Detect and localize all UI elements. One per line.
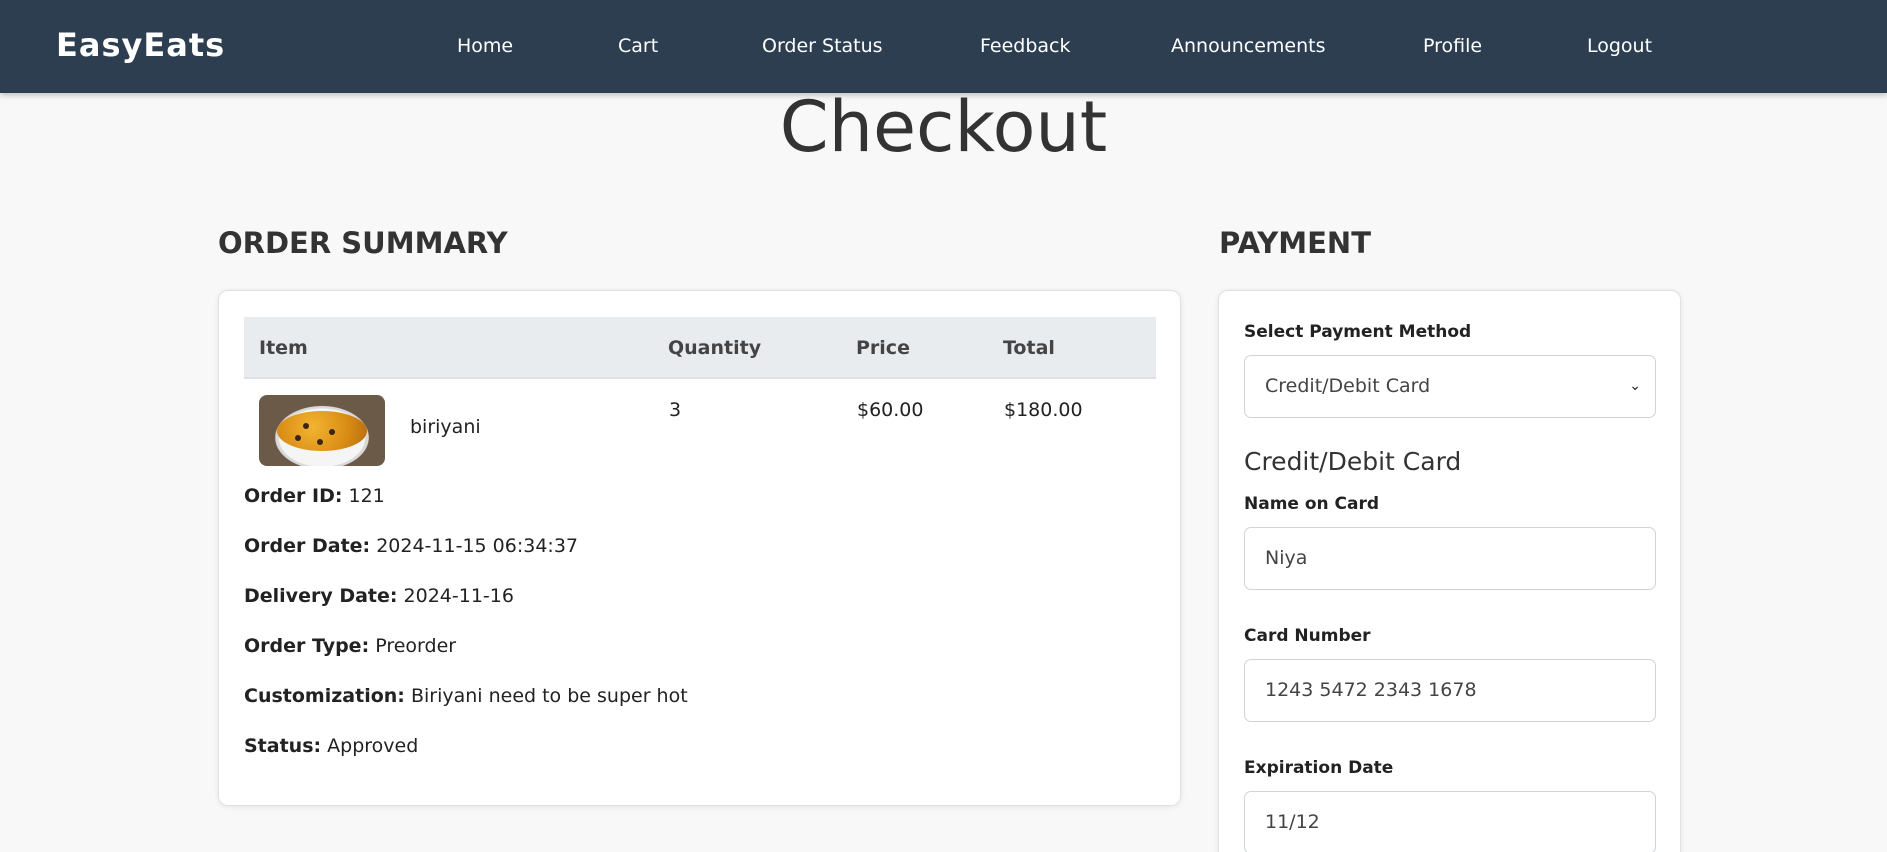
- nav-order-status[interactable]: Order Status: [762, 35, 883, 57]
- column-header-total: Total: [1003, 337, 1055, 359]
- item-price: $60.00: [857, 399, 924, 421]
- nav-home[interactable]: Home: [457, 35, 513, 57]
- chevron-down-icon: ⌄: [1629, 378, 1641, 394]
- page-title: Checkout: [779, 86, 1108, 168]
- nav-logout[interactable]: Logout: [1587, 35, 1652, 57]
- card-number-input[interactable]: 1243 5472 2343 1678: [1244, 659, 1656, 722]
- column-header-quantity: Quantity: [668, 337, 762, 359]
- delivery-date: Delivery Date: 2024-11-16: [244, 585, 514, 607]
- item-name: biriyani: [410, 416, 481, 438]
- name-on-card-label: Name on Card: [1244, 494, 1380, 514]
- payment-method-select[interactable]: Credit/Debit Card ⌄: [1244, 355, 1656, 418]
- payment-method-value: Credit/Debit Card: [1265, 375, 1431, 397]
- biriyani-image: [259, 395, 385, 466]
- order-date: Order Date: 2024-11-15 06:34:37: [244, 535, 578, 557]
- item-quantity: 3: [669, 399, 682, 421]
- payment-card: Select Payment Method Credit/Debit Card …: [1218, 290, 1681, 852]
- nav-feedback[interactable]: Feedback: [980, 35, 1070, 57]
- order-id: Order ID: 121: [244, 485, 385, 507]
- order-summary-heading: ORDER SUMMARY: [218, 226, 508, 260]
- table-header: Item Quantity Price Total: [244, 317, 1156, 379]
- top-navbar: EasyEats Home Cart Order Status Feedback…: [0, 0, 1887, 93]
- expiration-date-label: Expiration Date: [1244, 758, 1394, 778]
- name-on-card-input[interactable]: Niya: [1244, 527, 1656, 590]
- nav-announcements[interactable]: Announcements: [1171, 35, 1326, 57]
- order-type: Order Type: Preorder: [244, 635, 457, 657]
- column-header-price: Price: [856, 337, 910, 359]
- column-header-item: Item: [259, 337, 308, 359]
- customization: Customization: Biriyani need to be super…: [244, 685, 688, 707]
- card-number-label: Card Number: [1244, 626, 1371, 646]
- item-total: $180.00: [1004, 399, 1083, 421]
- payment-heading: PAYMENT: [1219, 226, 1371, 260]
- order-status: Status: Approved: [244, 735, 419, 757]
- nav-cart[interactable]: Cart: [618, 35, 658, 57]
- card-section-heading: Credit/Debit Card: [1244, 447, 1462, 476]
- order-summary-card: Item Quantity Price Total biriyani 3 $60…: [218, 290, 1181, 806]
- expiration-date-input[interactable]: 11/12: [1244, 791, 1656, 852]
- brand-logo[interactable]: EasyEats: [56, 26, 225, 64]
- payment-method-label: Select Payment Method: [1244, 322, 1472, 342]
- nav-profile[interactable]: Profile: [1423, 35, 1482, 57]
